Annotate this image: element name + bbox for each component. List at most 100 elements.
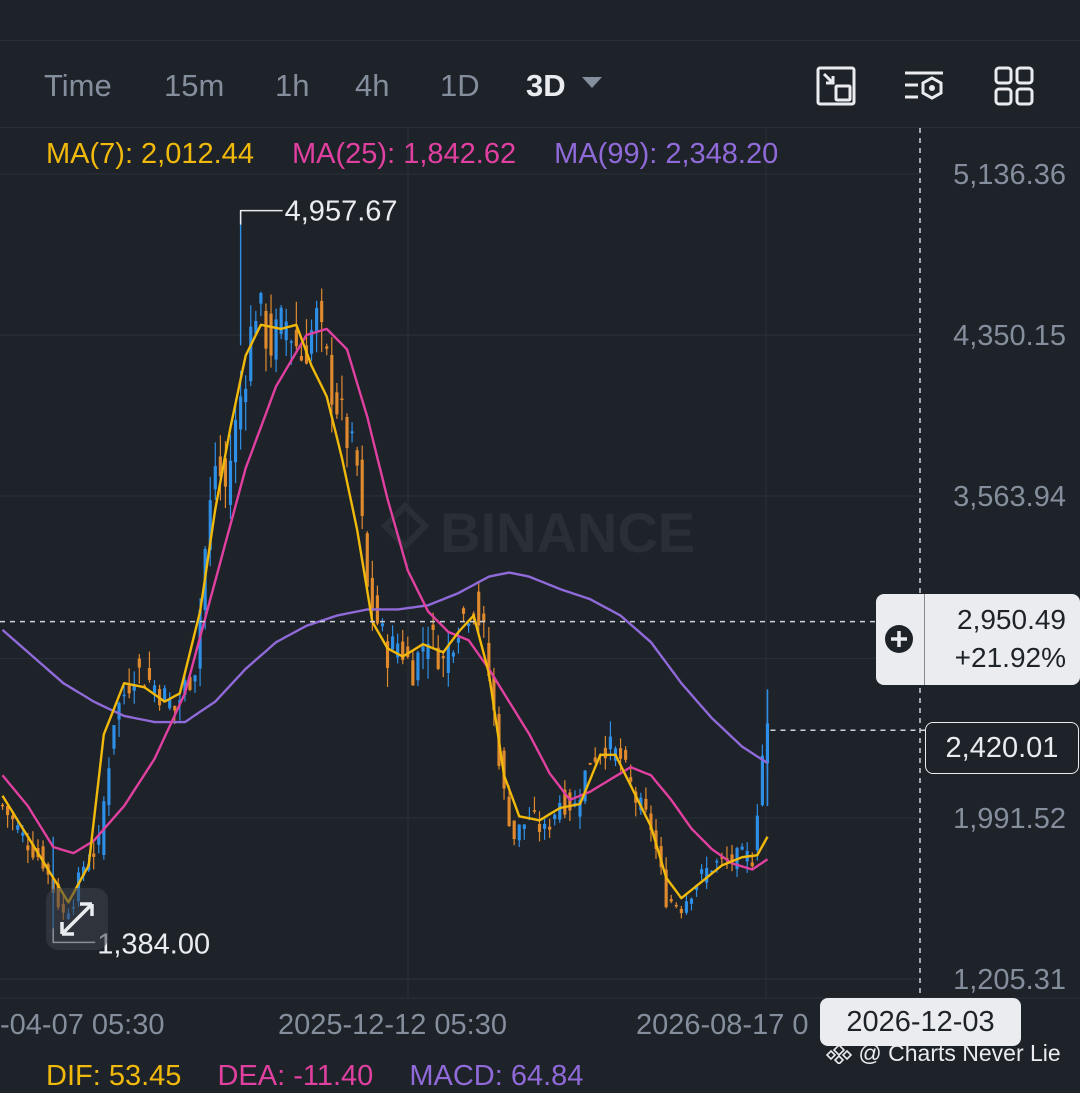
candle-body <box>446 645 450 673</box>
top-divider <box>0 40 1080 41</box>
candle-body <box>624 750 628 760</box>
candle-body <box>112 725 116 749</box>
indicator-settings-icon[interactable] <box>902 64 946 108</box>
price-box-divider <box>924 594 925 685</box>
candle-body <box>360 459 364 516</box>
macd-dif-label: DIF: 53.45 <box>46 1060 182 1092</box>
candle-body <box>543 823 547 829</box>
candle-body <box>603 747 607 759</box>
chevron-down-icon[interactable] <box>582 77 602 88</box>
candle-body <box>284 321 288 341</box>
candle-body <box>350 431 354 434</box>
candle-body <box>340 398 344 401</box>
candle-body <box>431 624 435 631</box>
candle-body <box>122 694 126 697</box>
timeframe-1d[interactable]: 1D <box>440 68 480 104</box>
candle-body <box>16 825 20 830</box>
candle-body <box>684 901 688 913</box>
candle-body <box>107 768 111 806</box>
ma-legend: MA(7): 2,012.44 MA(25): 1,842.62 MA(99):… <box>46 138 808 171</box>
candle-body <box>700 869 704 874</box>
candle-body <box>411 660 415 686</box>
ma99-line <box>1 571 769 765</box>
attribution: @ Charts Never Lie <box>825 1040 1061 1067</box>
watermark-text: BINANCE <box>440 501 695 564</box>
candle-body <box>568 792 572 811</box>
price-axis-label: 4,350.15 <box>953 320 1066 352</box>
candle-body <box>147 668 152 680</box>
timeframe-3d[interactable]: 3D <box>526 68 566 104</box>
add-order-icon[interactable] <box>884 624 914 654</box>
candle-body <box>330 354 334 405</box>
candle-body <box>679 908 683 914</box>
candle-body <box>532 810 537 812</box>
timeframe-15m[interactable]: 15m <box>164 68 224 104</box>
timeframe-4h[interactable]: 4h <box>355 68 389 104</box>
candle-body <box>593 757 597 762</box>
ma25-label: MA(25): 1,842.62 <box>292 138 517 170</box>
last-price-label: 2,420.01 <box>925 722 1079 774</box>
price-axis-label: 3,563.94 <box>953 481 1066 513</box>
candle-body <box>213 465 217 490</box>
candle-body <box>477 591 481 626</box>
candle-body <box>193 675 197 682</box>
candle-body <box>259 292 263 304</box>
candle-body <box>644 798 648 810</box>
candle-body <box>320 300 324 323</box>
candle-body <box>168 699 172 709</box>
candle-body <box>618 748 623 759</box>
candle-body <box>380 623 385 627</box>
candle-body <box>512 820 516 840</box>
price-axis-label: 1,205.31 <box>953 964 1066 996</box>
candle-body <box>517 824 521 841</box>
date-axis-label: 2026-08-17 0 <box>636 1009 809 1041</box>
grid-layout-icon[interactable] <box>992 64 1036 108</box>
candle-body <box>755 815 759 850</box>
candle-body <box>715 861 719 863</box>
candle-body <box>325 346 329 349</box>
candle-body <box>608 736 612 750</box>
price-axis-label: 1,991.52 <box>953 803 1066 835</box>
candle-body <box>127 685 131 694</box>
candle-body <box>355 450 359 466</box>
candle-body <box>522 824 526 829</box>
timeframe-time[interactable]: Time <box>44 68 112 104</box>
expand-icon <box>60 902 94 936</box>
candle-body <box>21 832 25 836</box>
candle-body <box>537 823 542 832</box>
high-marker-label: 4,957.67 <box>285 196 398 228</box>
candle-body <box>244 388 248 403</box>
candle-body <box>228 460 233 505</box>
timeframe-1h[interactable]: 1h <box>275 68 309 104</box>
fullscreen-exit-icon[interactable] <box>814 64 858 108</box>
high-marker-line <box>239 209 283 225</box>
ma25-line <box>1 327 769 871</box>
candle-body <box>416 652 420 681</box>
ma7-label: MA(7): 2,012.44 <box>46 138 254 170</box>
crosshair-change: +21.92% <box>954 642 1066 673</box>
macd-legend: DIF: 53.45 DEA: -11.40 MACD: 64.84 <box>46 1060 611 1093</box>
candle-body <box>370 577 374 611</box>
candle-body <box>689 898 694 904</box>
crosshair-price-box[interactable]: 2,950.49 +21.92% <box>876 594 1080 685</box>
candle-body <box>92 853 96 857</box>
candle-body <box>391 636 395 650</box>
binance-logo-icon <box>825 1043 853 1066</box>
candle-body <box>461 608 466 614</box>
price-axis-label: 5,136.36 <box>953 159 1066 191</box>
candle-body <box>269 313 273 356</box>
macd-dea-label: DEA: -11.40 <box>217 1060 374 1092</box>
low-marker-label: 1,384.00 <box>97 928 210 960</box>
candle-body <box>294 329 298 347</box>
candle-body <box>548 826 552 830</box>
candle-body <box>173 705 177 711</box>
candle-body <box>451 652 455 657</box>
expand-chart-button[interactable] <box>46 888 108 950</box>
candle-body <box>233 419 238 463</box>
candle-body <box>507 796 511 827</box>
candle-body <box>289 341 293 343</box>
candle-body <box>441 656 445 659</box>
macd-value-label: MACD: 64.84 <box>409 1060 584 1092</box>
candle-body <box>117 703 121 720</box>
date-axis-label: 2025-12-12 05:30 <box>278 1009 507 1041</box>
